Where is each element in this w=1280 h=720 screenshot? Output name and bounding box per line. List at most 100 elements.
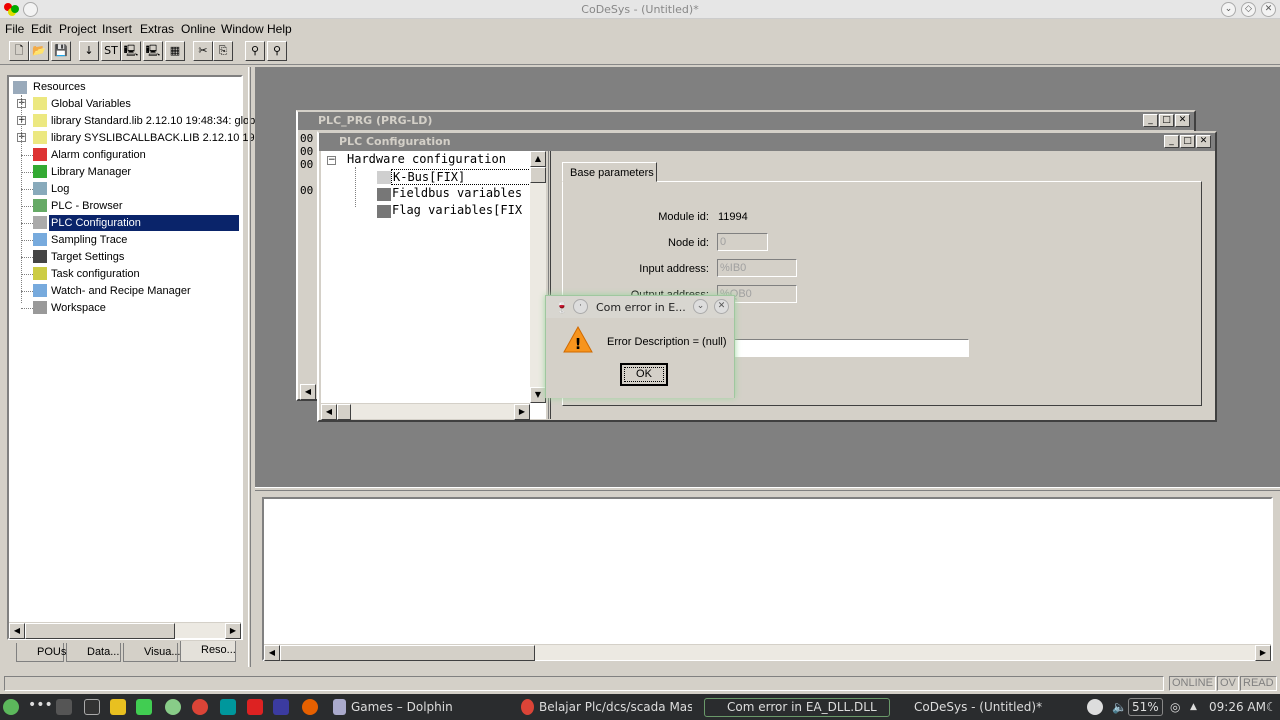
scroll-right-button[interactable]: ▶ <box>225 623 241 639</box>
splitter[interactable] <box>248 67 251 667</box>
scroll-left-button[interactable]: ◀ <box>264 645 280 661</box>
tree-item[interactable]: Target Settings <box>49 249 126 265</box>
menu-project[interactable]: Project <box>59 22 96 36</box>
scroll-left-button[interactable]: ◀ <box>300 384 316 400</box>
app-launcher-icon[interactable] <box>3 699 19 715</box>
scroll-right-button[interactable]: ▶ <box>1255 645 1271 661</box>
task-com-error[interactable]: Com error in EA_DLL.DLL <box>704 698 890 717</box>
tree-node-flag[interactable]: Flag variables[FIX <box>392 203 522 217</box>
arduino-icon[interactable] <box>220 699 236 715</box>
clock[interactable]: 09:26 AM <box>1209 700 1266 714</box>
maximize-button[interactable]: □ <box>1159 114 1174 127</box>
teapot-icon[interactable] <box>110 699 126 715</box>
postgres-icon[interactable] <box>165 699 181 715</box>
new-button[interactable]: 🗋 <box>9 41 29 61</box>
tree-item[interactable]: Log <box>49 181 71 197</box>
scroll-thumb[interactable] <box>280 645 535 661</box>
vertical-scrollbar[interactable]: ▲ ▼ <box>530 151 546 403</box>
tree-item[interactable]: Task configuration <box>49 266 142 282</box>
tree-item[interactable]: Library Manager <box>49 164 133 180</box>
minimize-button[interactable]: _ <box>1164 135 1179 148</box>
tray-expand-icon[interactable]: ▲ <box>1190 702 1197 712</box>
menu-extras[interactable]: Extras <box>140 22 174 36</box>
close-button[interactable]: ✕ <box>1261 2 1276 17</box>
chrome-icon[interactable] <box>192 699 208 715</box>
tree-item[interactable]: library SYSLIBCALLBACK.LIB 2.12.10 19:48 <box>49 130 272 146</box>
node-id-field[interactable]: 0 <box>717 233 768 251</box>
find-button[interactable]: ▦ <box>165 41 185 61</box>
close-button[interactable]: ✕ <box>1175 114 1190 127</box>
login-button[interactable]: 🖳 <box>121 41 141 61</box>
comment-field[interactable] <box>717 339 969 357</box>
window-menu-button[interactable]: · <box>573 299 588 314</box>
maximize-button[interactable]: □ <box>1180 135 1195 148</box>
battery-indicator[interactable]: 51% <box>1128 698 1163 716</box>
tab-base-parameters[interactable]: Base parameters <box>562 162 657 182</box>
tab-resources[interactable]: Reso... <box>180 641 236 662</box>
maximize-button[interactable]: ◇ <box>1241 2 1256 17</box>
menu-edit[interactable]: Edit <box>31 22 52 36</box>
save-button[interactable]: 💾 <box>51 41 71 61</box>
splitter[interactable] <box>255 487 1280 491</box>
menu-online[interactable]: Online <box>181 22 216 36</box>
minimize-button[interactable]: ⌄ <box>693 299 708 314</box>
moon-icon[interactable]: ☾ <box>1266 700 1277 714</box>
find-next-button[interactable]: ⚲ <box>267 41 287 61</box>
input-address-field[interactable]: %IB0 <box>717 259 797 277</box>
scroll-thumb[interactable] <box>530 167 546 183</box>
qt-icon[interactable] <box>136 699 152 715</box>
desktop-pager-icon[interactable] <box>56 699 72 715</box>
volume-icon[interactable]: 🔈 <box>1112 700 1127 714</box>
menu-help[interactable]: Help <box>267 22 292 36</box>
task-codesys[interactable]: CoDeSys - (Untitled)* <box>914 700 1042 714</box>
close-button[interactable]: ✕ <box>1196 135 1211 148</box>
menu-window[interactable]: Window <box>221 22 264 36</box>
tree-node-kbus[interactable]: K-Bus[FIX] <box>391 169 531 185</box>
tree-item[interactable]: Alarm configuration <box>49 147 148 163</box>
tree-item[interactable]: PLC Configuration <box>49 215 239 231</box>
menu-insert[interactable]: Insert <box>102 22 132 36</box>
tree-root-hardware[interactable]: Hardware configuration <box>347 152 506 166</box>
build-button[interactable]: ↓ <box>79 41 99 61</box>
firefox-icon[interactable] <box>302 699 318 715</box>
eclipse-icon[interactable] <box>273 699 289 715</box>
app-icon[interactable] <box>247 699 263 715</box>
plc-configuration-window[interactable]: PLC Configuration _ □ ✕ − Hardware confi… <box>317 131 1217 422</box>
minimize-button[interactable]: ⌄ <box>1221 2 1236 17</box>
tree-item[interactable]: Global Variables <box>49 96 133 112</box>
tab-visualizations[interactable]: Visua... <box>123 643 181 662</box>
scroll-thumb[interactable] <box>337 404 351 420</box>
task-chrome[interactable]: Belajar Plc/dcs/scada Mas <box>539 700 692 714</box>
scroll-thumb[interactable] <box>25 623 175 639</box>
scroll-right-button[interactable]: ▶ <box>514 404 530 420</box>
wifi-icon[interactable]: ◎ <box>1170 700 1180 714</box>
tab-pous[interactable]: POUs <box>16 643 66 662</box>
open-button[interactable]: 📂 <box>29 41 49 61</box>
scroll-left-button[interactable]: ◀ <box>321 404 337 420</box>
cut-button[interactable]: ✂ <box>193 41 213 61</box>
stop-button[interactable]: ST <box>101 41 121 61</box>
collapse-icon[interactable]: − <box>327 156 336 165</box>
close-button[interactable]: ✕ <box>714 299 729 314</box>
ok-button[interactable]: OK <box>620 363 668 386</box>
scroll-left-button[interactable]: ◀ <box>9 623 25 639</box>
tree-item[interactable]: library Standard.lib 2.12.10 19:48:34: g… <box>49 113 266 129</box>
tree-item[interactable]: PLC - Browser <box>49 198 125 214</box>
horizontal-scrollbar[interactable]: ◀ ▶ <box>321 403 530 420</box>
logout-button[interactable]: 🖳 <box>143 41 163 61</box>
horizontal-scrollbar[interactable]: ◀ ▶ <box>9 622 241 639</box>
minimize-button[interactable]: _ <box>1143 114 1158 127</box>
more-icon[interactable]: ••• <box>28 697 53 713</box>
task-dolphin[interactable]: Games – Dolphin <box>351 700 453 714</box>
tree-item[interactable]: Workspace <box>49 300 108 316</box>
menu-file[interactable]: File <box>5 22 24 36</box>
tree-item[interactable]: Watch- and Recipe Manager <box>49 283 193 299</box>
horizontal-scrollbar[interactable]: ◀ ▶ <box>264 644 1271 661</box>
binoculars-button[interactable]: ⚲ <box>245 41 265 61</box>
scroll-down-button[interactable]: ▼ <box>530 387 546 403</box>
terminal-icon[interactable] <box>84 699 100 715</box>
copy-button[interactable]: ⎘ <box>213 41 233 61</box>
tree-item[interactable]: Sampling Trace <box>49 232 129 248</box>
tree-root-resources[interactable]: Resources <box>31 79 88 95</box>
scroll-up-button[interactable]: ▲ <box>530 151 546 167</box>
